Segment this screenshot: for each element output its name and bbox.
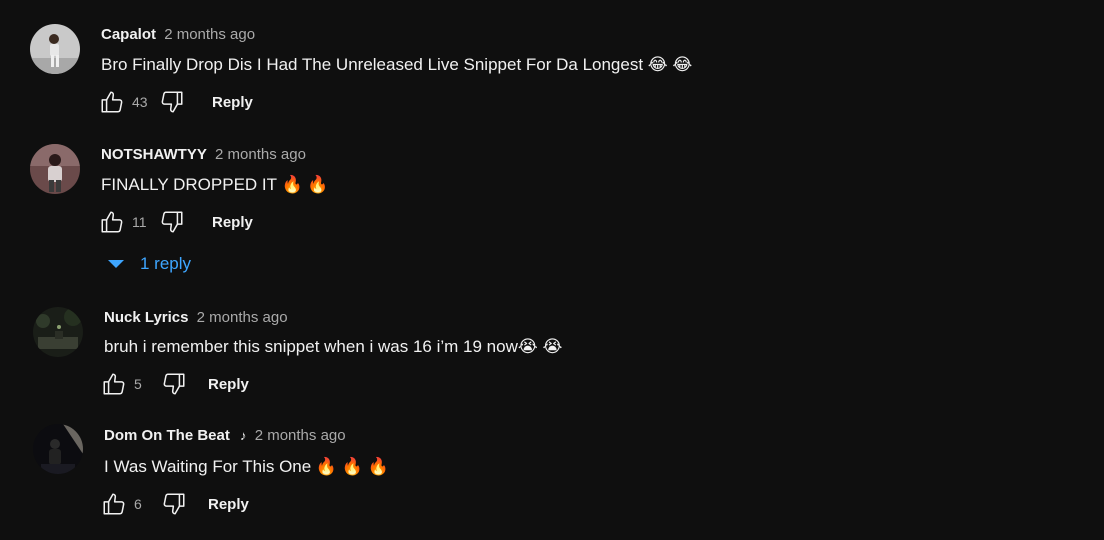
comment-text: Bro Finally Drop Dis I Had The Unrelease… xyxy=(101,55,693,74)
dislike-button[interactable] xyxy=(160,490,188,518)
reply-button[interactable]: Reply xyxy=(208,376,249,393)
like-button[interactable] xyxy=(98,88,126,116)
like-button[interactable] xyxy=(100,490,128,518)
dislike-button[interactable] xyxy=(158,208,186,236)
thumbs-up-icon xyxy=(101,91,123,113)
reply-button[interactable]: Reply xyxy=(212,214,253,231)
reply-button[interactable]: Reply xyxy=(212,94,253,111)
view-replies-button[interactable]: 1 reply xyxy=(108,254,191,274)
comment-timestamp[interactable]: 2 months ago xyxy=(255,427,346,444)
avatar[interactable] xyxy=(30,144,80,194)
comment-text: bruh i remember this snippet when i was … xyxy=(104,337,563,356)
thumbs-down-icon xyxy=(163,373,185,395)
comment-text: I Was Waiting For This One 🔥 🔥 🔥 xyxy=(104,457,389,476)
comment-timestamp[interactable]: 2 months ago xyxy=(215,146,306,163)
reply-button[interactable]: Reply xyxy=(208,496,249,513)
thumbs-up-icon xyxy=(103,493,125,515)
comment-timestamp[interactable]: 2 months ago xyxy=(197,309,288,326)
like-count: 43 xyxy=(132,94,148,110)
comment-item: Capalot 2 months ago Bro Finally Drop Di… xyxy=(0,0,1104,120)
like-button[interactable] xyxy=(98,208,126,236)
comment-author[interactable]: Capalot xyxy=(101,26,156,43)
comment-author[interactable]: Dom On The Beat xyxy=(104,427,230,444)
comment-item: Nuck Lyrics 2 months ago bruh i remember… xyxy=(0,290,1104,410)
like-count: 6 xyxy=(134,496,142,512)
avatar[interactable] xyxy=(33,424,83,474)
thumbs-up-icon xyxy=(103,373,125,395)
dislike-button[interactable] xyxy=(158,88,186,116)
thumbs-down-icon xyxy=(161,211,183,233)
avatar[interactable] xyxy=(30,24,80,74)
comment-author[interactable]: NOTSHAWTYY xyxy=(101,146,207,163)
comment-item: Dom On The Beat ♪ 2 months ago I Was Wai… xyxy=(0,410,1104,540)
comment-timestamp[interactable]: 2 months ago xyxy=(164,26,255,43)
thumbs-down-icon xyxy=(161,91,183,113)
replies-count-label: 1 reply xyxy=(140,254,192,273)
music-note-icon: ♪ xyxy=(240,428,247,443)
avatar[interactable] xyxy=(33,307,83,357)
dislike-button[interactable] xyxy=(160,370,188,398)
thumbs-up-icon xyxy=(101,211,123,233)
comment-text: FINALLY DROPPED IT 🔥 🔥 xyxy=(101,175,329,194)
like-count: 5 xyxy=(134,376,142,392)
thumbs-down-icon xyxy=(163,493,185,515)
like-count: 11 xyxy=(132,214,147,230)
comment-author[interactable]: Nuck Lyrics xyxy=(104,309,189,326)
like-button[interactable] xyxy=(100,370,128,398)
comment-item: NOTSHAWTYY 2 months ago FINALLY DROPPED … xyxy=(0,120,1104,290)
caret-down-icon xyxy=(108,260,124,268)
